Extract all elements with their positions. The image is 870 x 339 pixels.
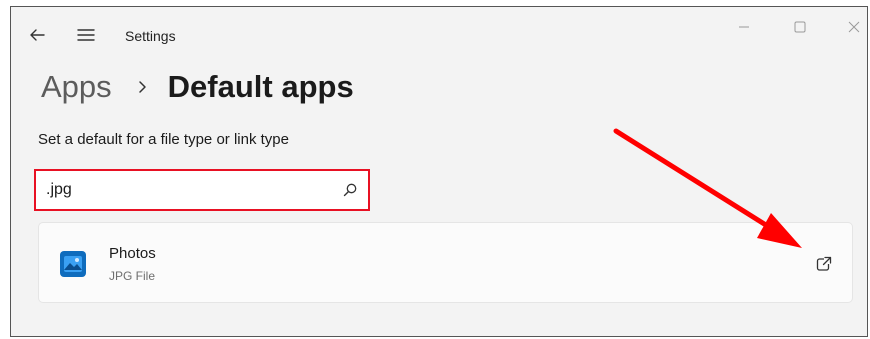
window-title: Settings (125, 28, 176, 44)
page-title: Default apps (167, 69, 354, 104)
screenshot-page: Settings Apps Default apps Set a default… (0, 0, 870, 339)
open-external-icon[interactable] (815, 255, 833, 273)
app-name: Photos (109, 245, 156, 262)
back-arrow-icon[interactable] (27, 25, 47, 45)
search-icon[interactable] (342, 182, 358, 198)
file-type-search-box[interactable] (34, 169, 370, 211)
breadcrumb-apps-link[interactable]: Apps (41, 69, 112, 105)
hamburger-menu-icon[interactable] (76, 25, 96, 45)
file-type-section-label: Set a default for a file type or link ty… (38, 131, 289, 148)
minimize-icon[interactable] (729, 15, 759, 39)
file-type-description: JPG File (109, 269, 156, 283)
maximize-icon[interactable] (785, 15, 815, 39)
app-result-card[interactable]: Photos JPG File (38, 222, 853, 303)
breadcrumb: Apps Default apps (41, 67, 354, 107)
file-type-search-input[interactable] (42, 177, 330, 203)
settings-window: Settings Apps Default apps Set a default… (10, 6, 868, 337)
photos-app-icon (60, 251, 86, 277)
chevron-right-icon (138, 81, 146, 93)
title-bar: Settings (11, 7, 867, 57)
close-icon[interactable] (839, 15, 868, 39)
